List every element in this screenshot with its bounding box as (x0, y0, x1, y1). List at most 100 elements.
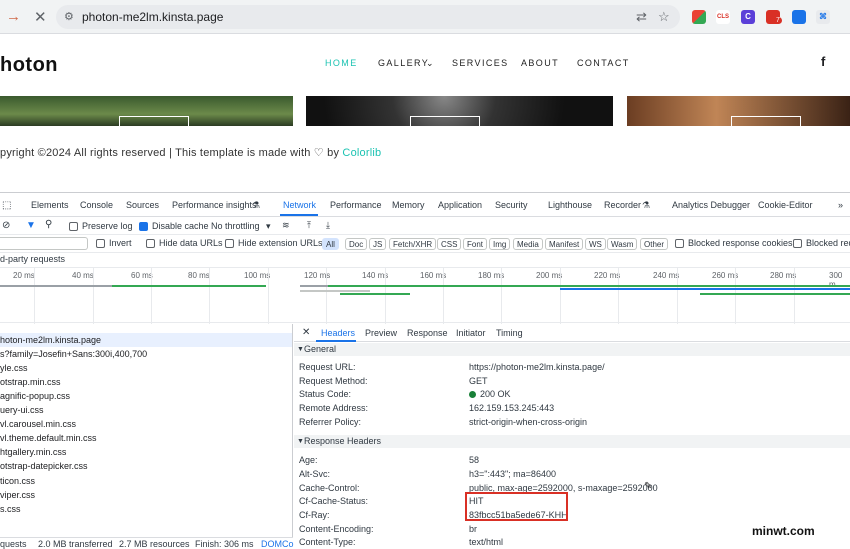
filter-ws[interactable]: WS (585, 238, 606, 250)
tab-application[interactable]: Application (438, 200, 482, 210)
request-row[interactable]: yle.css (0, 361, 292, 375)
tab-memory[interactable]: Memory (392, 200, 425, 210)
wifi-icon[interactable]: ≋ (282, 220, 290, 231)
upload-icon[interactable]: ⤒ (307, 220, 311, 231)
close-icon[interactable]: ✕ (302, 327, 310, 338)
request-row[interactable]: agnific-popup.css (0, 389, 292, 403)
address-bar[interactable]: ⚙ photon-me2lm.kinsta.page ⇄ ☆ (56, 5, 680, 29)
cls-extension-icon[interactable]: CLS (716, 10, 730, 24)
preserve-log-checkbox[interactable] (69, 222, 78, 231)
network-overview-timeline[interactable]: 20 ms 40 ms 60 ms 80 ms 100 ms 120 ms 14… (0, 267, 850, 324)
tick-label: 240 ms (653, 271, 680, 280)
site-footer: pyright ©2024 All rights reserved | This… (0, 146, 381, 159)
filter-img[interactable]: Img (489, 238, 511, 250)
filter-media[interactable]: Media (513, 238, 543, 250)
gallery-thumb-2[interactable] (306, 96, 613, 126)
request-row[interactable]: ticon.css (0, 474, 292, 488)
tab-security[interactable]: Security (495, 200, 528, 210)
edit-pencil-icon[interactable]: ✎ (644, 481, 652, 492)
request-row[interactable]: vl.theme.default.min.css (0, 431, 292, 445)
search-icon[interactable]: ⚲ (45, 219, 52, 230)
thumb-button-outline[interactable] (731, 116, 801, 126)
nav-services[interactable]: SERVICES (452, 58, 509, 68)
general-section-header[interactable]: ▼ General (294, 343, 850, 356)
filter-input[interactable] (0, 237, 88, 250)
request-row[interactable]: s?family=Josefin+Sans:300i,400,700 (0, 347, 292, 361)
tab-elements[interactable]: Elements (31, 200, 69, 210)
hide-extension-urls-checkbox[interactable] (225, 239, 234, 248)
tab-console[interactable]: Console (80, 200, 113, 210)
grid-line (794, 268, 795, 324)
tab-analytics-debugger[interactable]: Analytics Debugger (672, 200, 750, 210)
nav-home[interactable]: HOME (325, 58, 358, 68)
tab-recorder[interactable]: Recorder (604, 200, 641, 210)
tab-lighthouse[interactable]: Lighthouse (548, 200, 592, 210)
filter-doc[interactable]: Doc (345, 238, 368, 250)
filter-wasm[interactable]: Wasm (607, 238, 638, 250)
reload-icon[interactable]: ✕ (34, 8, 47, 26)
thumb-button-outline[interactable] (119, 116, 189, 126)
code-extension-icon[interactable]: ⌘ (816, 10, 830, 24)
download-icon[interactable]: ⤓ (326, 220, 330, 231)
filter-js[interactable]: JS (369, 238, 387, 250)
invert-checkbox[interactable] (96, 239, 105, 248)
filter-icon[interactable]: ▼ (26, 220, 36, 231)
request-row[interactable]: uery-ui.css (0, 403, 292, 417)
filter-all[interactable]: All (322, 238, 339, 250)
request-row[interactable]: otstrap-datepicker.css (0, 459, 292, 473)
filter-manifest[interactable]: Manifest (545, 238, 584, 250)
site-info-icon[interactable]: ⚙ (64, 10, 74, 23)
network-toolbar: ⊘ ▼ ⚲ Preserve log Disable cache No thro… (0, 217, 850, 235)
tab-preview[interactable]: Preview (365, 328, 397, 338)
status-code-value: 200 OK (469, 389, 511, 399)
request-row[interactable]: hoton-me2lm.kinsta.page (0, 333, 292, 347)
gallery-thumb-3[interactable] (627, 96, 850, 126)
gallery-thumb-1[interactable] (0, 96, 293, 126)
header-key: Cache-Control: (299, 483, 360, 493)
filter-font[interactable]: Font (463, 238, 488, 250)
hide-data-urls-checkbox[interactable] (146, 239, 155, 248)
inspect-element-icon[interactable]: ⬚ (2, 200, 11, 211)
blocked-requests-checkbox[interactable] (793, 239, 802, 248)
request-row[interactable]: vl.carousel.min.css (0, 417, 292, 431)
bookmark-star-icon[interactable]: ☆ (658, 9, 670, 25)
chevron-down-icon[interactable]: ⌄ (426, 58, 434, 69)
translate-icon[interactable]: ⇄ (636, 9, 647, 25)
tab-timing[interactable]: Timing (496, 328, 523, 338)
facebook-icon[interactable]: f (821, 54, 825, 69)
throttling-select[interactable]: No throttling (211, 221, 260, 231)
tab-performance[interactable]: Performance (330, 200, 382, 210)
blocked-cookies-checkbox[interactable] (675, 239, 684, 248)
google-photos-icon[interactable] (692, 10, 706, 24)
site-logo[interactable]: hoton (0, 54, 58, 77)
tab-sources[interactable]: Sources (126, 200, 159, 210)
request-row[interactable]: s.css (0, 502, 292, 516)
request-row[interactable]: viper.css (0, 488, 292, 502)
footer-brand-link[interactable]: Colorlib (342, 147, 381, 159)
clear-icon[interactable]: ⊘ (2, 220, 10, 231)
filter-css[interactable]: CSS (437, 238, 462, 250)
tab-initiator[interactable]: Initiator (456, 328, 486, 338)
filter-fetch-xhr[interactable]: Fetch/XHR (389, 238, 437, 250)
c-extension-icon[interactable]: C (741, 10, 755, 24)
hide-data-urls-label: Hide data URLs (159, 238, 223, 248)
response-headers-section-header[interactable]: ▼ Response Headers (294, 435, 850, 448)
disable-cache-checkbox[interactable] (139, 222, 148, 231)
tab-performance-insights[interactable]: Performance insights (172, 200, 257, 210)
header-key: Request Method: (299, 376, 368, 386)
back-arrow-icon[interactable]: → (6, 8, 21, 25)
tab-response[interactable]: Response (407, 328, 448, 338)
filter-other[interactable]: Other (640, 238, 669, 250)
tab-cookie-editor[interactable]: Cookie-Editor (758, 200, 813, 210)
nav-contact[interactable]: CONTACT (577, 58, 630, 68)
tab-headers[interactable]: Headers (321, 328, 355, 338)
thumb-button-outline[interactable] (410, 116, 480, 126)
tab-network[interactable]: Network (283, 200, 316, 210)
chevron-down-icon[interactable]: ▾ (266, 221, 271, 232)
more-tabs-icon[interactable]: » (838, 200, 843, 210)
nav-gallery[interactable]: GALLERY (378, 58, 429, 68)
request-row[interactable]: otstrap.min.css (0, 375, 292, 389)
request-row[interactable]: htgallery.min.css (0, 445, 292, 459)
blue-extension-icon[interactable] (792, 10, 806, 24)
nav-about[interactable]: ABOUT (521, 58, 559, 68)
